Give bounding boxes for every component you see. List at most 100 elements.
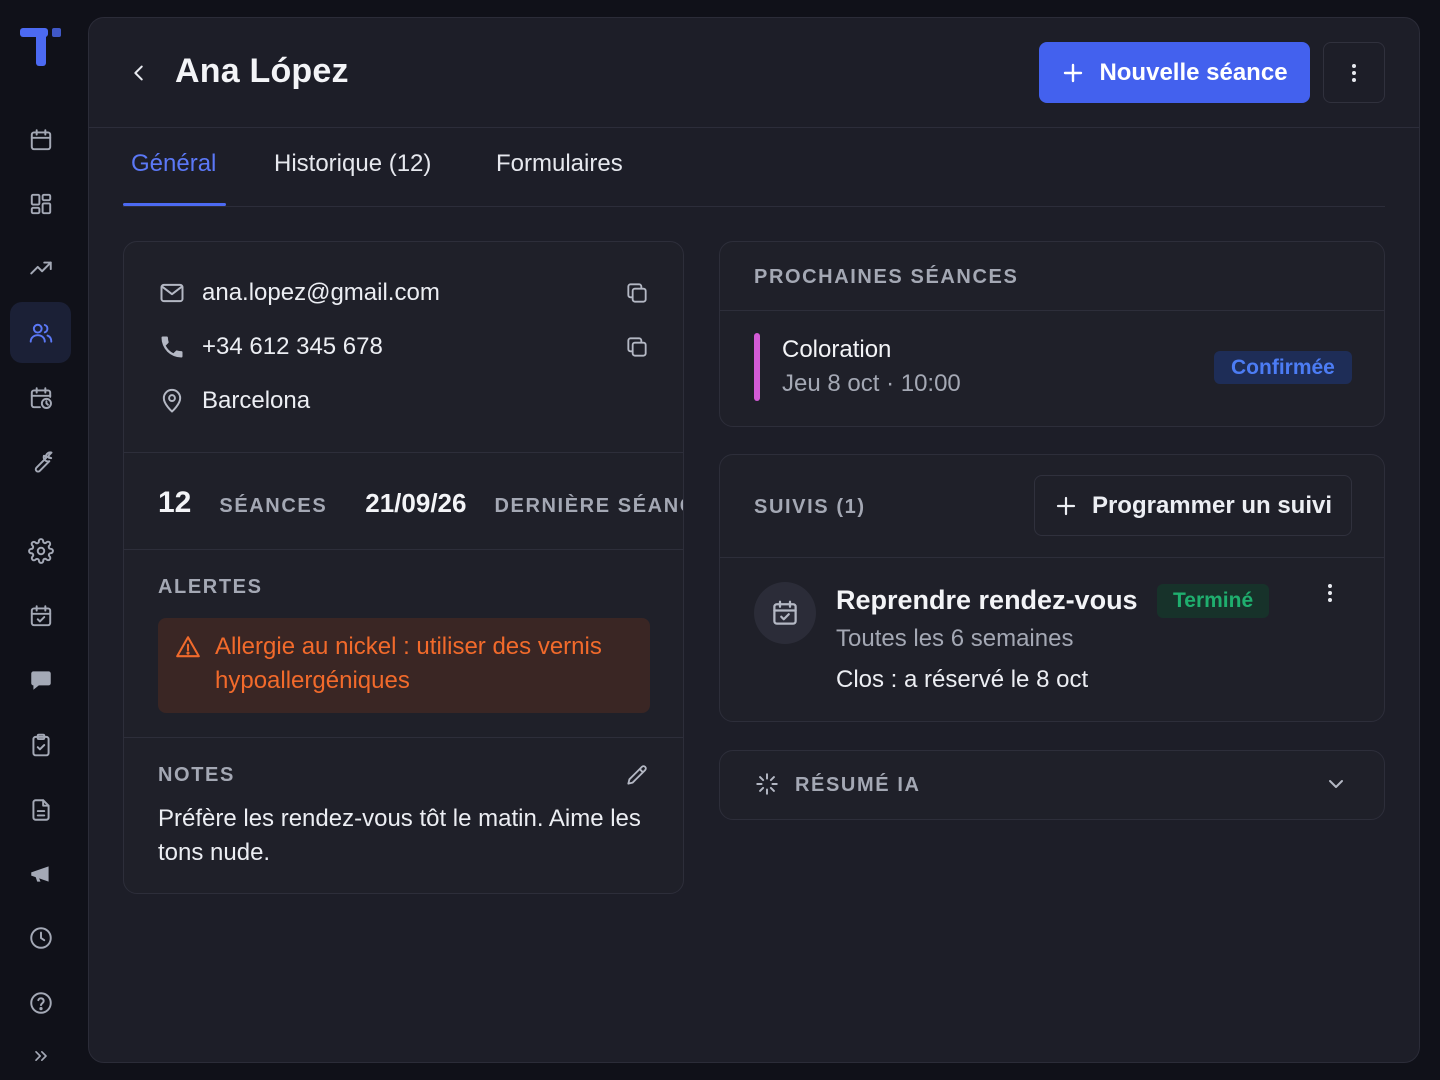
- help-icon: [28, 990, 54, 1016]
- nav-bookings[interactable]: [10, 585, 71, 646]
- followup-icon-wrap: [754, 582, 816, 644]
- dashboard-icon: [28, 191, 54, 217]
- ai-summary-toggle[interactable]: RÉSUMÉ IA: [720, 751, 1384, 819]
- users-icon: [28, 320, 54, 346]
- phone-icon: [158, 333, 186, 361]
- megaphone-icon: [28, 861, 54, 887]
- location-row: Barcelona: [158, 384, 658, 418]
- chevron-down-icon: [1324, 772, 1348, 796]
- nav-tools[interactable]: [10, 431, 71, 492]
- nav-appointments[interactable]: [10, 367, 71, 428]
- new-session-label: Nouvelle séance: [1099, 58, 1288, 86]
- service-color-bar: [754, 333, 760, 401]
- tab-forms[interactable]: Formulaires: [496, 150, 623, 202]
- nav-help[interactable]: [10, 972, 71, 1033]
- client-stats: 12 SÉANCES 21/09/26 DERNIÈRE SÉANC: [158, 486, 684, 520]
- chat-icon: [28, 667, 54, 693]
- status-badge: Terminé: [1157, 584, 1270, 618]
- client-city: Barcelona: [202, 387, 311, 414]
- divider: [720, 557, 1384, 558]
- copy-icon: [624, 280, 650, 306]
- sessions-count: 12: [158, 486, 192, 519]
- more-vertical-icon: [1318, 581, 1342, 605]
- wrench-icon: [28, 449, 54, 475]
- nav-history[interactable]: [10, 907, 71, 968]
- ai-summary-heading: RÉSUMÉ IA: [795, 774, 921, 796]
- plus-icon: [1054, 494, 1078, 518]
- nav-dashboard[interactable]: [10, 173, 71, 234]
- sessions-label: SÉANCES: [219, 495, 328, 517]
- clock-icon: [28, 925, 54, 951]
- allergy-alert: Allergie au nickel : utiliser des vernis…: [158, 618, 650, 713]
- upcoming-datetime: Jeu 8 oct · 10:00: [782, 370, 961, 397]
- tab-bar: Général Historique (12) Formulaires: [123, 128, 1385, 207]
- app-logo[interactable]: [18, 26, 64, 72]
- schedule-followup-label: Programmer un suivi: [1091, 491, 1333, 519]
- divider: [124, 452, 683, 453]
- expand-icon: [31, 1046, 51, 1066]
- upcoming-heading: PROCHAINES SÉANCES: [754, 266, 1019, 288]
- clipboard-check-icon: [28, 732, 54, 758]
- chevron-left-icon: [128, 62, 150, 84]
- copy-phone-button[interactable]: [624, 334, 650, 360]
- edit-notes-button[interactable]: [624, 762, 650, 788]
- notes-heading: NOTES: [158, 764, 235, 786]
- last-session-label: DERNIÈRE SÉANC: [494, 495, 684, 517]
- alerts-heading: ALERTES: [158, 576, 263, 598]
- email-row: ana.lopez@gmail.com: [158, 276, 658, 310]
- sparkle-icon: [754, 771, 780, 797]
- calendar-clock-icon: [28, 385, 54, 411]
- sidebar: [0, 0, 88, 1080]
- more-options-button[interactable]: [1323, 42, 1385, 103]
- ai-summary-card: RÉSUMÉ IA: [719, 750, 1385, 820]
- followup-frequency: Toutes les 6 semaines: [836, 625, 1074, 652]
- followup-note: Clos : a réservé le 8 oct: [836, 666, 1089, 693]
- schedule-followup-button[interactable]: Programmer un suivi: [1034, 475, 1352, 536]
- client-info-card: ana.lopez@gmail.com +34 612 345 678 Barc…: [123, 241, 684, 894]
- upcoming-service[interactable]: Coloration: [782, 336, 891, 364]
- plus-icon: [1061, 61, 1085, 85]
- nav-settings[interactable]: [10, 520, 71, 581]
- upcoming-sessions-card: PROCHAINES SÉANCES Coloration Jeu 8 oct …: [719, 241, 1385, 427]
- divider: [124, 737, 683, 738]
- notes-text[interactable]: Préfère les rendez-vous tôt le matin. Ai…: [158, 802, 648, 870]
- warning-icon: [175, 634, 201, 713]
- client-detail-panel: Ana López Nouvelle séance Général Histor…: [88, 17, 1420, 1063]
- calendar-check-icon: [770, 598, 800, 628]
- page-header: Ana López Nouvelle séance: [89, 18, 1419, 128]
- document-icon: [28, 797, 54, 823]
- client-email[interactable]: ana.lopez@gmail.com: [202, 279, 440, 307]
- nav-marketing[interactable]: [10, 843, 71, 904]
- calendar-check-icon: [28, 603, 54, 629]
- nav-documents[interactable]: [10, 779, 71, 840]
- followups-card: SUIVIS (1) Programmer un suivi Reprendre…: [719, 454, 1385, 722]
- alert-message: Allergie au nickel : utiliser des vernis…: [215, 633, 602, 694]
- map-pin-icon: [158, 387, 186, 415]
- more-vertical-icon: [1342, 61, 1366, 85]
- followup-title[interactable]: Reprendre rendez-vous: [836, 585, 1138, 616]
- tab-history[interactable]: Historique (12): [274, 150, 431, 202]
- trending-up-icon: [28, 255, 54, 281]
- active-tab-indicator: [123, 203, 226, 206]
- nav-tasks[interactable]: [10, 714, 71, 775]
- settings-icon: [27, 537, 54, 564]
- nav-clients[interactable]: [10, 302, 71, 363]
- page-title: Ana López: [175, 52, 349, 90]
- copy-icon: [624, 334, 650, 360]
- followups-heading: SUIVIS (1): [754, 496, 866, 518]
- tab-general[interactable]: Général: [131, 150, 216, 202]
- status-badge: Confirmée: [1214, 351, 1352, 384]
- copy-email-button[interactable]: [624, 280, 650, 306]
- back-button[interactable]: [125, 56, 153, 90]
- sidebar-expand-button[interactable]: [10, 1036, 71, 1076]
- client-phone[interactable]: +34 612 345 678: [202, 333, 383, 361]
- calendar-icon: [28, 127, 54, 153]
- nav-messages[interactable]: [10, 649, 71, 710]
- nav-calendar[interactable]: [10, 109, 71, 170]
- phone-row: +34 612 345 678: [158, 330, 658, 364]
- mail-icon: [158, 279, 186, 307]
- last-session-date: 21/09/26: [365, 488, 467, 518]
- followup-options-button[interactable]: [1318, 581, 1342, 605]
- new-session-button[interactable]: Nouvelle séance: [1039, 42, 1310, 103]
- nav-analytics[interactable]: [10, 237, 71, 298]
